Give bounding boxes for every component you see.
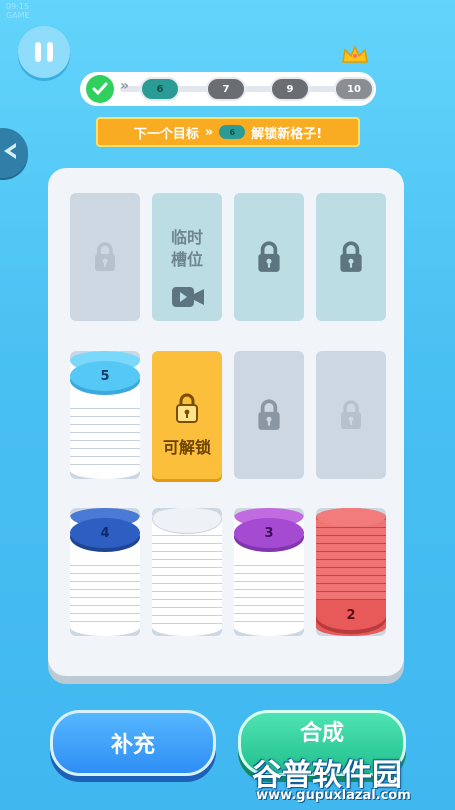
game-screen: 09:15 GAME » 6 7 9 10 下一个目标 » 6 解锁新格子! 临…: [0, 0, 455, 810]
stack-top-chip: 2: [316, 600, 386, 630]
refill-button[interactable]: 补充: [50, 710, 216, 776]
status-text: 09:15 GAME: [6, 2, 30, 20]
watermark: 谷普软件园 www.gupuxlazal.com: [252, 750, 452, 808]
crown-icon: [342, 45, 368, 63]
temp-slot[interactable]: 临时 槽位: [152, 193, 222, 321]
coin-stack[interactable]: 2: [316, 508, 386, 636]
locked-slot[interactable]: [234, 193, 304, 321]
goal-suffix: 解锁新格子!: [251, 126, 323, 142]
stack-top-chip: 3: [234, 518, 304, 548]
double-chevron-icon: »: [120, 78, 130, 94]
coin-stack[interactable]: 3: [234, 508, 304, 636]
stack-slot[interactable]: [152, 508, 222, 636]
lock-icon: [341, 400, 361, 429]
temp-slot-label: 临时: [170, 228, 203, 247]
level-chip-final: 10: [334, 77, 374, 101]
merge-label: 合成: [299, 721, 344, 746]
goal-banner: 下一个目标 » 6 解锁新格子!: [96, 117, 360, 147]
lock-icon: [95, 242, 115, 271]
check-icon: [86, 75, 114, 103]
coin-stack[interactable]: 4: [70, 508, 140, 636]
coin-stack[interactable]: [152, 508, 222, 636]
level-chip: 7: [206, 77, 246, 101]
level-chip: 9: [270, 77, 310, 101]
locked-slot[interactable]: [316, 351, 386, 479]
level-chip-current: 6: [140, 77, 180, 101]
lock-icon: [176, 393, 198, 423]
stack-top-chip: 5: [70, 361, 140, 391]
unlockable-slot[interactable]: 可解锁: [152, 351, 222, 479]
stack-slot[interactable]: 2: [316, 508, 386, 636]
locked-slot[interactable]: [70, 193, 140, 321]
lock-icon: [258, 241, 280, 272]
side-menu-button[interactable]: [0, 128, 28, 178]
stack-slot[interactable]: 5: [70, 351, 140, 479]
unlockable-label: 可解锁: [162, 438, 211, 457]
double-chevron-icon: »: [204, 124, 214, 140]
pause-button[interactable]: [18, 26, 70, 78]
coin-stack[interactable]: 5: [70, 351, 140, 479]
locked-slot[interactable]: [234, 351, 304, 479]
side-menu-icon: [4, 143, 16, 159]
lock-icon: [340, 241, 362, 272]
locked-slot[interactable]: [316, 193, 386, 321]
stack-slot[interactable]: 3: [234, 508, 304, 636]
refill-label: 补充: [110, 733, 155, 758]
goal-target-chip: 6: [219, 125, 246, 139]
lock-icon: [258, 399, 280, 430]
stack-slot[interactable]: 4: [70, 508, 140, 636]
watermark-url: www.gupuxlazal.com: [256, 788, 411, 803]
goal-prefix: 下一个目标: [133, 126, 199, 142]
game-board: 临时 槽位 5 可解锁 4 3 2: [48, 168, 404, 676]
video-icon: [172, 287, 204, 307]
temp-slot-label: 槽位: [170, 250, 203, 269]
stack-top-chip: 4: [70, 518, 140, 548]
level-progress-bar: » 6 7 9 10: [80, 72, 376, 106]
